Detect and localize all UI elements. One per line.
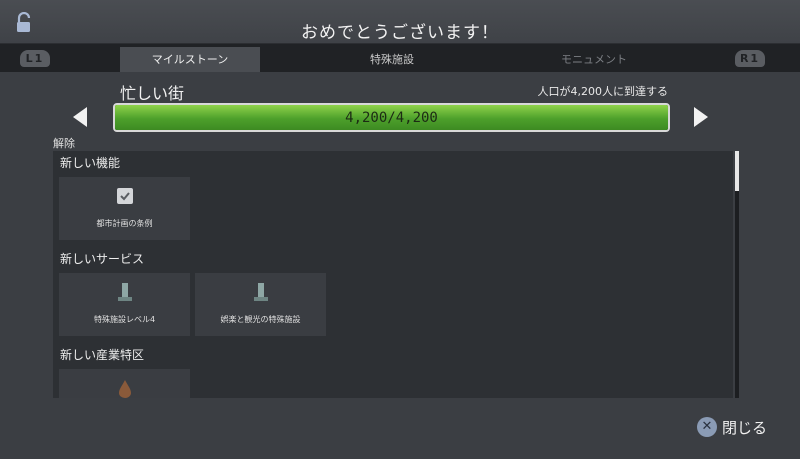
unlock-card-zoning-policy[interactable]: 都市計画の条例 — [59, 177, 190, 240]
unlocks-label: 解除 — [53, 137, 75, 150]
panel-scrollbar[interactable] — [735, 151, 739, 398]
card-label: 娯楽と観光の特殊施設 — [220, 315, 301, 324]
unlock-card-leisure-tourism[interactable]: 娯楽と観光の特殊施設 — [195, 273, 326, 336]
checkbox-icon — [117, 188, 133, 204]
section-title-new-services: 新しいサービス — [60, 252, 145, 266]
unlock-card-oil-industry[interactable] — [59, 369, 190, 398]
cross-button-icon: ✕ — [697, 417, 717, 437]
monument-icon — [118, 283, 132, 301]
title-bar: おめでとうございます！ — [0, 0, 800, 44]
section-title-new-features: 新しい機能 — [60, 156, 121, 170]
card-label: 都市計画の条例 — [96, 219, 153, 228]
r1-shoulder-button[interactable]: R1 — [735, 50, 765, 67]
tab-special-buildings[interactable]: 特殊施設 — [322, 47, 462, 72]
unlocks-panel: 新しい機能 都市計画の条例 新しいサービス 特殊施設レベル4 娯楽と観光の特殊施… — [53, 151, 733, 398]
scrollbar-thumb[interactable] — [735, 151, 739, 191]
page-title: おめでとうございます！ — [301, 23, 499, 43]
next-milestone-arrow-icon[interactable] — [694, 107, 708, 127]
previous-milestone-arrow-icon[interactable] — [73, 107, 87, 127]
section-title-new-industry-zones: 新しい産業特区 — [60, 348, 145, 362]
close-label: 閉じる — [722, 419, 768, 437]
milestone-name: 忙しい街 — [120, 84, 185, 103]
milestone-progress-bar: 4,200/4,200 — [113, 103, 670, 132]
l1-shoulder-button[interactable]: L1 — [20, 50, 50, 67]
oil-drop-icon — [119, 380, 131, 398]
progress-text: 4,200/4,200 — [345, 110, 438, 126]
milestone-requirement: 人口が4,200人に到達する — [537, 85, 669, 98]
card-label: 特殊施設レベル4 — [93, 315, 156, 324]
monument-icon — [254, 283, 268, 301]
tab-monuments[interactable]: モニュメント — [524, 47, 664, 72]
unlock-card-special-level-4[interactable]: 特殊施設レベル4 — [59, 273, 190, 336]
tab-milestones[interactable]: マイルストーン — [120, 47, 260, 72]
